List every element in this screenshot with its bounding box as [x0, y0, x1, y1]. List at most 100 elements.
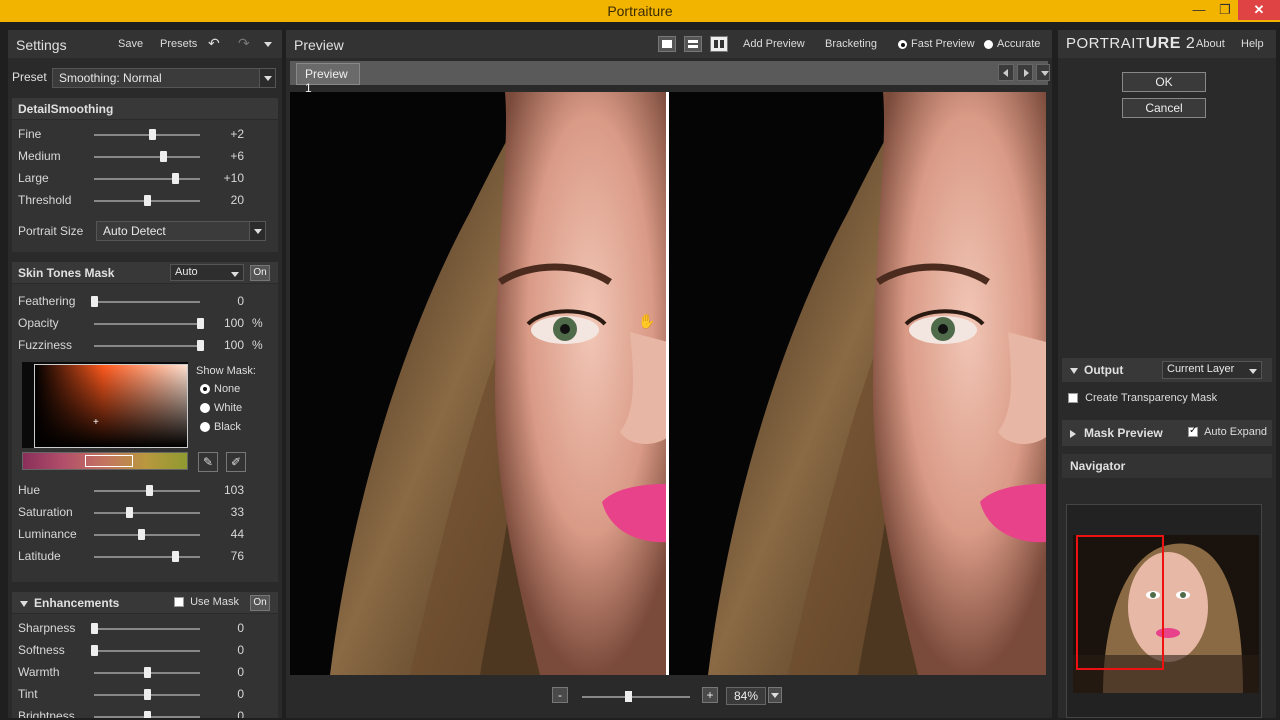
maximize-button[interactable]: ❐	[1212, 0, 1238, 20]
portrait-size-value: Auto Detect	[103, 224, 166, 238]
portrait-size-label: Portrait Size	[18, 224, 84, 238]
slider-track[interactable]	[94, 689, 200, 700]
slider-thumb[interactable]	[144, 667, 151, 678]
slider-thumb[interactable]	[125, 507, 133, 518]
slider-track[interactable]	[94, 529, 200, 540]
slider-track[interactable]	[94, 551, 200, 562]
split-divider[interactable]	[666, 92, 669, 675]
mask-black-label: Black	[214, 421, 241, 433]
mask-preview-header[interactable]: Mask Preview Auto Expand	[1062, 420, 1272, 446]
slider-track[interactable]	[94, 667, 200, 678]
redo-icon[interactable]: ↷	[238, 35, 250, 52]
minimize-button[interactable]: —	[1186, 0, 1212, 20]
auto-expand-checkbox[interactable]: Auto Expand	[1188, 425, 1267, 438]
split-vertical-icon[interactable]	[710, 36, 728, 52]
slider-thumb[interactable]	[91, 645, 98, 656]
zoom-slider-thumb[interactable]	[625, 691, 633, 702]
enhancements-on-toggle[interactable]: On	[250, 595, 270, 611]
use-mask-checkbox[interactable]: Use Mask	[174, 596, 239, 608]
slider-thumb[interactable]	[144, 195, 151, 206]
slider-thumb[interactable]	[197, 318, 204, 329]
tab-preview-1[interactable]: Preview 1	[296, 63, 360, 95]
prev-tab-icon[interactable]	[998, 64, 1014, 81]
hue-strip[interactable]	[22, 452, 188, 470]
portrait-size-select[interactable]: Auto Detect	[96, 221, 266, 241]
about-button[interactable]: About	[1196, 38, 1225, 50]
slider-track[interactable]	[94, 173, 200, 184]
bracketing-button[interactable]: Bracketing	[825, 38, 877, 50]
slider-track[interactable]	[94, 711, 200, 718]
slider-thumb[interactable]	[137, 529, 145, 540]
mask-black-radio[interactable]: Black	[200, 421, 241, 433]
zoom-menu-icon[interactable]	[768, 687, 782, 703]
slider-thumb[interactable]	[146, 485, 154, 496]
ok-button[interactable]: OK	[1122, 72, 1206, 92]
slider-label: Opacity	[18, 316, 59, 330]
detail-smoothing-header[interactable]: DetailSmoothing	[12, 98, 278, 120]
zoom-in-button[interactable]: +	[702, 687, 718, 703]
zoom-slider[interactable]	[582, 691, 690, 702]
window-title: Portraiture	[607, 3, 673, 19]
detail-smoothing-section: DetailSmoothing Fine +2 Medium +6 Large +10 Th…	[12, 98, 278, 252]
skin-color-field[interactable]: +	[34, 364, 188, 448]
slider-track[interactable]	[94, 318, 204, 329]
save-button[interactable]: Save	[118, 38, 143, 50]
slider-track[interactable]	[91, 645, 200, 656]
enhancements-header[interactable]: Enhancements Use Mask On	[12, 592, 278, 614]
slider-track[interactable]	[91, 623, 200, 634]
skin-mode-select[interactable]: Auto	[170, 264, 244, 281]
tab-menu-icon[interactable]	[1036, 64, 1050, 81]
help-button[interactable]: Help	[1241, 38, 1264, 50]
slider-track[interactable]	[94, 151, 200, 162]
hue-range-box[interactable]	[85, 455, 133, 467]
slider-track[interactable]	[94, 485, 200, 496]
expand-icon	[1070, 429, 1076, 438]
slider-thumb[interactable]	[144, 689, 151, 700]
eyedropper-icon[interactable]: ✎	[198, 452, 218, 472]
slider-value: 20	[230, 193, 244, 207]
slider-track[interactable]	[94, 195, 200, 206]
slider-track[interactable]	[91, 296, 200, 307]
settings-menu-icon[interactable]	[262, 40, 274, 52]
output-section-header[interactable]: Output Current Layer	[1062, 358, 1272, 382]
slider-thumb[interactable]	[171, 551, 179, 562]
slider-row-large: Large +10	[12, 168, 278, 190]
zoom-out-button[interactable]: -	[552, 687, 568, 703]
enhancements-title: Enhancements	[34, 596, 120, 610]
preset-label: Preset	[12, 70, 47, 84]
chevron-down-icon	[1245, 362, 1261, 378]
close-button[interactable]: ✕	[1238, 0, 1280, 20]
navigator-viewport-box[interactable]	[1076, 535, 1164, 670]
slider-track[interactable]	[94, 129, 200, 140]
slider-thumb[interactable]	[197, 340, 204, 351]
zoom-value[interactable]: 84%	[726, 687, 766, 705]
split-horizontal-icon[interactable]	[684, 36, 702, 52]
accurate-radio[interactable]: Accurate	[984, 38, 1040, 50]
slider-thumb[interactable]	[171, 173, 179, 184]
skin-on-toggle[interactable]: On	[250, 265, 270, 281]
slider-thumb[interactable]	[159, 151, 167, 162]
next-tab-icon[interactable]	[1017, 64, 1033, 81]
undo-icon[interactable]: ↶	[208, 35, 220, 52]
fast-preview-label: Fast Preview	[911, 38, 975, 50]
settings-header: Settings Save Presets ↶ ↷	[8, 30, 282, 58]
single-view-icon[interactable]	[658, 36, 676, 52]
mask-none-radio[interactable]: None	[200, 383, 240, 395]
slider-thumb[interactable]	[91, 623, 98, 634]
slider-thumb[interactable]	[144, 711, 151, 718]
mask-white-radio[interactable]: White	[200, 402, 242, 414]
slider-track[interactable]	[94, 507, 200, 518]
slider-thumb[interactable]	[149, 129, 157, 140]
output-select[interactable]: Current Layer	[1162, 361, 1262, 379]
cancel-button[interactable]: Cancel	[1122, 98, 1206, 118]
preview-image-area[interactable]: ✋	[290, 92, 1046, 675]
slider-thumb[interactable]	[91, 296, 98, 307]
skin-tones-header[interactable]: Skin Tones Mask Auto On	[12, 262, 278, 284]
add-preview-button[interactable]: Add Preview	[743, 38, 805, 50]
slider-track[interactable]	[94, 340, 204, 351]
transparency-checkbox[interactable]: Create Transparency Mask	[1068, 392, 1217, 404]
fast-preview-radio[interactable]: Fast Preview	[898, 38, 975, 50]
presets-button[interactable]: Presets	[160, 38, 197, 50]
eyedropper-minus-icon[interactable]: ✐	[226, 452, 246, 472]
preset-select[interactable]: Smoothing: Normal	[52, 68, 276, 88]
